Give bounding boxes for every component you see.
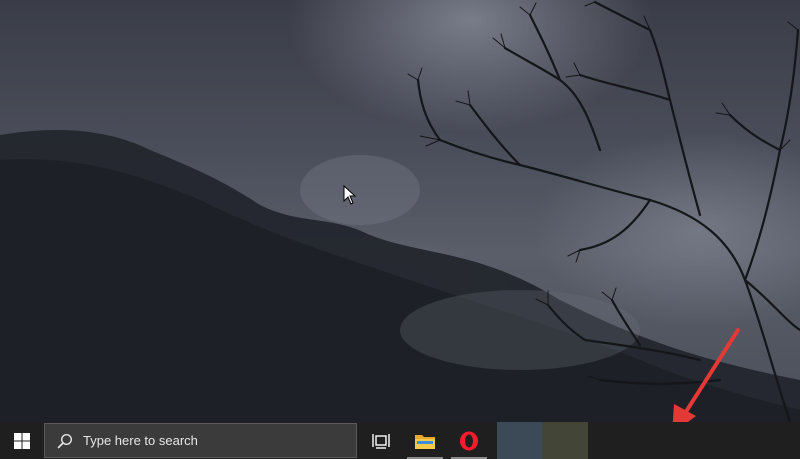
- taskbar-highlight-block: [542, 422, 588, 459]
- taskbar-opera-button[interactable]: [447, 422, 491, 459]
- annotation-arrow-icon: [672, 328, 740, 422]
- folder-icon: [415, 434, 435, 449]
- taskbar-highlight-block: [497, 422, 542, 459]
- search-placeholder[interactable]: Type here to search: [83, 433, 198, 448]
- opera-icon: [460, 431, 478, 450]
- taskbar: Type here to search: [0, 422, 800, 459]
- task-view-icon: [372, 433, 390, 449]
- search-box[interactable]: Type here to search: [44, 423, 357, 458]
- desktop-wallpaper: [0, 0, 800, 422]
- task-view-button[interactable]: [359, 422, 403, 459]
- start-button[interactable]: [0, 422, 44, 459]
- windows-logo-icon: [14, 432, 30, 449]
- search-icon: [57, 433, 73, 448]
- taskbar-file-explorer-button[interactable]: [403, 422, 447, 459]
- mouse-cursor-icon: [343, 185, 357, 205]
